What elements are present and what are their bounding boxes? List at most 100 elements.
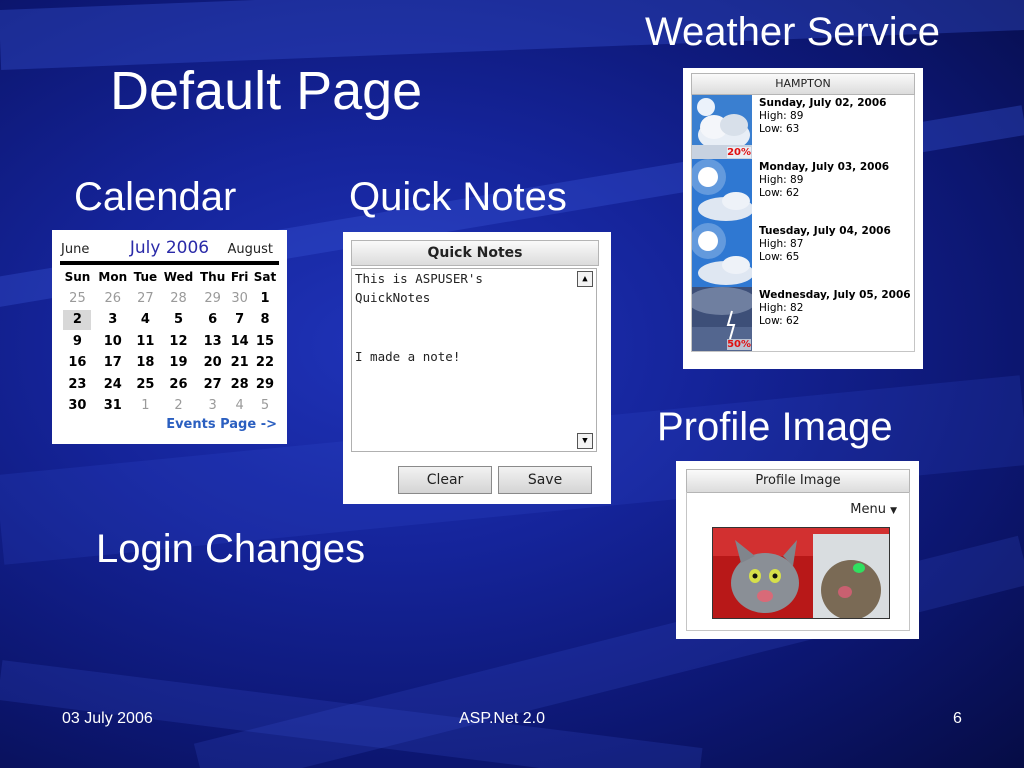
calendar-day[interactable]: 8 xyxy=(251,309,279,331)
precip-percent: 20% xyxy=(727,147,751,158)
calendar-grid: Sun Mon Tue Wed Thu Fri Sat 25 26 27 28 … xyxy=(60,266,279,417)
quick-notes-widget: Quick Notes This is ASPUSER's QuickNotes… xyxy=(343,232,611,504)
forecast-date: Monday, July 03, 2006 xyxy=(759,161,890,173)
calendar-day[interactable]: 29 xyxy=(251,374,279,396)
calendar-day[interactable]: 13 xyxy=(197,331,229,353)
quick-notes-label: Quick Notes xyxy=(349,175,567,219)
calendar-day[interactable]: 20 xyxy=(197,352,229,374)
calendar-day[interactable]: 11 xyxy=(131,331,160,353)
weekday-row: Sun Mon Tue Wed Thu Fri Sat xyxy=(60,266,279,288)
footer-center: ASP.Net 2.0 xyxy=(459,710,545,727)
calendar-day[interactable]: 27 xyxy=(131,288,160,310)
calendar-day[interactable]: 1 xyxy=(251,288,279,310)
calendar-day[interactable]: 18 xyxy=(131,352,160,374)
calendar-week-row: 25 26 27 28 29 30 1 xyxy=(60,288,279,310)
calendar-day[interactable]: 23 xyxy=(60,374,95,396)
profile-menu-label: Menu xyxy=(850,502,886,517)
precip-percent: 50% xyxy=(727,339,751,350)
calendar-day[interactable]: 25 xyxy=(131,374,160,396)
forecast-day: 50% Wednesday, July 05, 2006 High: 82 Lo… xyxy=(692,287,914,351)
forecast-text: Sunday, July 02, 2006 High: 89 Low: 63 xyxy=(759,97,911,136)
calendar-day[interactable]: 15 xyxy=(251,331,279,353)
calendar-day[interactable]: 21 xyxy=(228,352,251,374)
calendar-header: June July 2006 August xyxy=(52,238,287,260)
quick-notes-textarea[interactable]: This is ASPUSER's QuickNotes I made a no… xyxy=(351,268,597,452)
calendar-day[interactable]: 9 xyxy=(60,331,95,353)
calendar-day[interactable]: 19 xyxy=(160,352,197,374)
calendar-day[interactable]: 4 xyxy=(228,395,251,417)
forecast-high: High: 89 xyxy=(759,110,804,122)
weekday-label: Wed xyxy=(163,269,194,284)
forecast-text: Monday, July 03, 2006 High: 89 Low: 62 xyxy=(759,161,911,200)
profile-image-body: Menu ▼ xyxy=(686,492,910,631)
calendar-week-row: 23 24 25 26 27 28 29 xyxy=(60,374,279,396)
forecast-low: Low: 63 xyxy=(759,123,800,135)
selected-day-label: 2 xyxy=(63,309,92,330)
calendar-day[interactable]: 25 xyxy=(60,288,95,310)
calendar-label: Calendar xyxy=(74,175,237,219)
profile-image-title: Profile Image xyxy=(686,469,910,493)
calendar-day[interactable]: 28 xyxy=(228,374,251,396)
weather-location: HAMPTON xyxy=(691,73,915,95)
partly-cloudy-icon xyxy=(692,159,752,223)
thunderstorm-icon: 50% xyxy=(692,287,752,351)
weekday-label: Mon xyxy=(98,269,128,284)
clear-button[interactable]: Clear xyxy=(398,466,492,494)
calendar-day[interactable]: 1 xyxy=(131,395,160,417)
weekday-label: Fri xyxy=(230,269,249,284)
calendar-day[interactable]: 30 xyxy=(60,395,95,417)
weekday-label: Tue xyxy=(133,269,158,284)
page-number: 6 xyxy=(953,710,962,727)
forecast-low: Low: 62 xyxy=(759,187,800,199)
calendar-day[interactable]: 30 xyxy=(228,288,251,310)
calendar-widget: June July 2006 August Sun Mon Tue Wed Th… xyxy=(52,230,287,444)
calendar-day[interactable]: 17 xyxy=(95,352,131,374)
calendar-day[interactable]: 10 xyxy=(95,331,131,353)
scroll-down-button[interactable]: ▼ xyxy=(577,433,593,449)
calendar-day[interactable]: 7 xyxy=(228,309,251,331)
calendar-week-row: 16 17 18 19 20 21 22 xyxy=(60,352,279,374)
calendar-day[interactable]: 29 xyxy=(197,288,229,310)
calendar-day[interactable]: 3 xyxy=(95,309,131,331)
calendar-day[interactable]: 12 xyxy=(160,331,197,353)
calendar-day[interactable]: 3 xyxy=(197,395,229,417)
weather-service-label: Weather Service xyxy=(645,10,940,54)
forecast-day: Tuesday, July 04, 2006 High: 87 Low: 65 xyxy=(692,223,914,287)
calendar-day[interactable]: 14 xyxy=(228,331,251,353)
calendar-day[interactable]: 26 xyxy=(160,374,197,396)
profile-image-widget: Profile Image Menu ▼ xyxy=(676,461,919,639)
calendar-day[interactable]: 26 xyxy=(95,288,131,310)
calendar-day[interactable]: 24 xyxy=(95,374,131,396)
forecast-date: Tuesday, July 04, 2006 xyxy=(759,225,891,237)
calendar-day[interactable]: 28 xyxy=(160,288,197,310)
slide-title: Default Page xyxy=(110,61,423,121)
footer-date: 03 July 2006 xyxy=(62,710,153,727)
scroll-up-button[interactable]: ▲ xyxy=(577,271,593,287)
profile-photo xyxy=(712,527,890,619)
calendar-day[interactable]: 22 xyxy=(251,352,279,374)
next-month-link[interactable]: August xyxy=(228,242,274,257)
calendar-day[interactable]: 5 xyxy=(251,395,279,417)
forecast-date: Sunday, July 02, 2006 xyxy=(759,97,887,109)
calendar-day[interactable]: 4 xyxy=(131,309,160,331)
calendar-day-selected[interactable]: 2 xyxy=(60,309,95,331)
calendar-day[interactable]: 5 xyxy=(160,309,197,331)
calendar-day[interactable]: 6 xyxy=(197,309,229,331)
partly-cloudy-rain-icon: 20% xyxy=(692,95,752,159)
calendar-day[interactable]: 2 xyxy=(160,395,197,417)
profile-menu[interactable]: Menu ▼ xyxy=(850,502,897,517)
note-line: I made a note! xyxy=(355,349,461,364)
login-changes-label: Login Changes xyxy=(96,527,366,571)
events-page-link[interactable]: Events Page -> xyxy=(166,417,277,432)
forecast-high: High: 87 xyxy=(759,238,804,250)
calendar-week-row: 30 31 1 2 3 4 5 xyxy=(60,395,279,417)
forecast-text: Tuesday, July 04, 2006 High: 87 Low: 65 xyxy=(759,225,911,264)
forecast-low: Low: 65 xyxy=(759,251,800,263)
partly-cloudy-icon xyxy=(692,223,752,287)
forecast-day: Monday, July 03, 2006 High: 89 Low: 62 xyxy=(692,159,914,223)
calendar-day[interactable]: 31 xyxy=(95,395,131,417)
calendar-day[interactable]: 27 xyxy=(197,374,229,396)
calendar-day[interactable]: 16 xyxy=(60,352,95,374)
forecast-high: High: 82 xyxy=(759,302,804,314)
save-button[interactable]: Save xyxy=(498,466,592,494)
